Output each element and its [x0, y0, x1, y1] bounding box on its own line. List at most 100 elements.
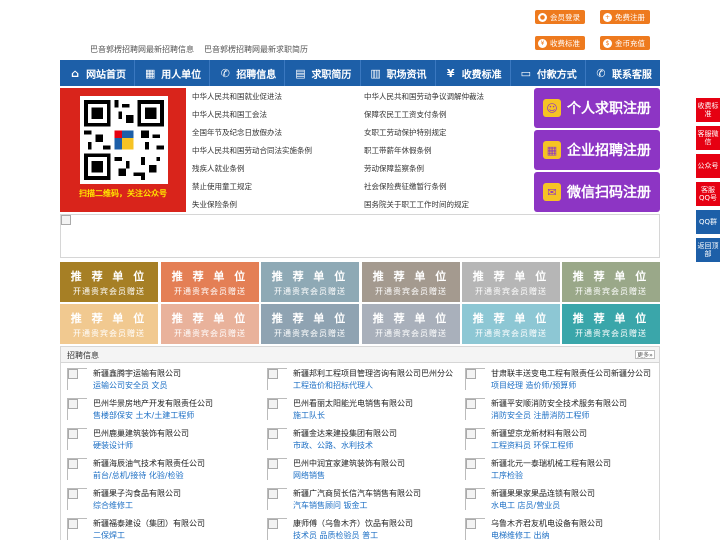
- latest-jobs-link[interactable]: 巴音郭楞招聘网最新招聘信息: [90, 44, 194, 55]
- job-positions[interactable]: 硬装设计师: [93, 440, 133, 451]
- job-positions[interactable]: 售楼部保安 土木/土建工程师: [93, 410, 194, 421]
- nav-news[interactable]: ▥ 职场资讯: [361, 60, 436, 86]
- company-name[interactable]: 新疆海辰油气技术有限责任公司: [93, 458, 205, 469]
- job-positions[interactable]: 电梯维修工 出纳: [491, 530, 550, 540]
- back-to-top-button[interactable]: 返回顶部: [696, 238, 720, 262]
- law-link[interactable]: 社会保险费征缴暂行条例: [364, 181, 447, 192]
- latest-resumes-link[interactable]: 巴音郭楞招聘网最新求职简历: [204, 44, 308, 55]
- job-list-item[interactable]: 新疆金达来建投集团有限公司 市政、公路、水利技术: [263, 426, 459, 452]
- law-link[interactable]: 中华人民共和国劳动合同法实施条例: [192, 145, 312, 156]
- side-official-account-button[interactable]: 公众号: [696, 154, 720, 178]
- recommended-employer-tile[interactable]: 推 荐 单 位开通贵宾会员赠送: [362, 262, 460, 302]
- job-positions[interactable]: 综合维修工: [93, 500, 133, 511]
- company-name[interactable]: 巴州华景房地产开发有限责任公司: [93, 398, 213, 409]
- job-list-item[interactable]: 巴州中润宜家建筑装饰有限公司 网络销售: [263, 456, 459, 482]
- job-positions[interactable]: 技术员 品质检验员 普工: [293, 530, 378, 540]
- law-link[interactable]: 中华人民共和国就业促进法: [192, 91, 282, 102]
- job-list-item[interactable]: 甘肃联丰送变电工程有限责任公司新疆分公司 项目经理 造价师/预算师: [461, 366, 657, 392]
- job-positions[interactable]: 运输公司安全员 文员: [93, 380, 168, 391]
- law-link[interactable]: 禁止使用童工规定: [192, 181, 252, 192]
- recommended-employer-tile[interactable]: 推 荐 单 位开通贵宾会员赠送: [462, 262, 560, 302]
- company-name[interactable]: 新疆北元一泰瑞机械工程有限公司: [491, 458, 611, 469]
- recommended-employer-tile[interactable]: 推 荐 单 位开通贵宾会员赠送: [562, 304, 660, 344]
- job-list-item[interactable]: 新疆望京龙新材料有限公司 工程资料员 环保工程师: [461, 426, 657, 452]
- job-list-item[interactable]: 新疆广汽商贸长信汽车销售有限公司 汽车销售顾问 钣金工: [263, 486, 459, 512]
- company-name[interactable]: 新疆鑫腾宇运输有限公司: [93, 368, 181, 379]
- nav-jobs[interactable]: ✆ 招聘信息: [210, 60, 286, 86]
- job-list-item[interactable]: 新疆北元一泰瑞机械工程有限公司 工序检验: [461, 456, 657, 482]
- recommended-employer-tile[interactable]: 推 荐 单 位开通贵宾会员赠送: [261, 304, 359, 344]
- law-link[interactable]: 中华人民共和国工会法: [192, 109, 267, 120]
- job-positions[interactable]: 消防安全员 注册消防工程师: [491, 410, 590, 421]
- side-qq-group-button[interactable]: QQ群: [696, 210, 720, 234]
- side-wechat-button[interactable]: 客服微信: [696, 126, 720, 150]
- wechat-register-button[interactable]: ✉ 微信扫码注册: [534, 172, 660, 212]
- law-link[interactable]: 国务院关于职工工作时间的规定: [364, 199, 469, 210]
- job-positions[interactable]: 工序检验: [491, 470, 523, 481]
- job-list-item[interactable]: 巴州鹿巢建筑装饰有限公司 硬装设计师: [63, 426, 259, 452]
- law-link[interactable]: 女职工劳动保护特别规定: [364, 127, 447, 138]
- job-list-item[interactable]: 新疆邦利工程项目管理咨询有限公司巴州分公 工程造价和招标代理人: [263, 366, 459, 392]
- law-link[interactable]: 全国年节及纪念日放假办法: [192, 127, 282, 138]
- law-link[interactable]: 职工带薪年休假条例: [364, 145, 432, 156]
- company-name[interactable]: 新疆望京龙新材料有限公司: [491, 428, 587, 439]
- job-list-item[interactable]: 新疆果果家果品连锁有限公司 水电工 店员/营业员: [461, 486, 657, 512]
- company-name[interactable]: 新疆金达来建投集团有限公司: [293, 428, 397, 439]
- nav-resumes[interactable]: ▤ 求职简历: [285, 60, 361, 86]
- company-name[interactable]: 巴州看丽太阳能光电销售有限公司: [293, 398, 413, 409]
- recommended-employer-tile[interactable]: 推 荐 单 位开通贵宾会员赠送: [60, 262, 158, 302]
- law-link[interactable]: 保障农民工工资支付条例: [364, 109, 447, 120]
- company-name[interactable]: 新疆果果家果品连锁有限公司: [491, 488, 595, 499]
- free-register-button[interactable]: + 免费注册: [600, 10, 650, 24]
- nav-payment[interactable]: ▭ 付款方式: [511, 60, 586, 86]
- law-link[interactable]: 劳动保障监察条例: [364, 163, 424, 174]
- job-list-item[interactable]: 新疆平安顺消防安全技术服务有限公司 消防安全员 注册消防工程师: [461, 396, 657, 422]
- job-positions[interactable]: 网络销售: [293, 470, 325, 481]
- job-list-item[interactable]: 乌鲁木齐君友机电设备有限公司 电梯维修工 出纳: [461, 516, 657, 540]
- recommended-employer-tile[interactable]: 推 荐 单 位开通贵宾会员赠送: [161, 262, 259, 302]
- side-pricing-button[interactable]: 收费标准: [696, 98, 720, 122]
- job-positions[interactable]: 工程资料员 环保工程师: [491, 440, 574, 451]
- more-jobs-button[interactable]: 更多»: [635, 350, 655, 359]
- personal-register-button[interactable]: ☺ 个人求职注册: [534, 88, 660, 128]
- company-name[interactable]: 新疆平安顺消防安全技术服务有限公司: [491, 398, 627, 409]
- member-login-button[interactable]: ● 会员登录: [535, 10, 585, 24]
- company-name[interactable]: 康师傅（乌鲁木齐）饮品有限公司: [293, 518, 413, 529]
- job-positions[interactable]: 工程造价和招标代理人: [293, 380, 373, 391]
- recommended-employer-tile[interactable]: 推 荐 单 位开通贵宾会员赠送: [362, 304, 460, 344]
- recommended-employer-tile[interactable]: 推 荐 单 位开通贵宾会员赠送: [60, 304, 158, 344]
- job-positions[interactable]: 水电工 店员/营业员: [491, 500, 560, 511]
- company-name[interactable]: 甘肃联丰送变电工程有限责任公司新疆分公司: [491, 368, 651, 379]
- recommended-employer-tile[interactable]: 推 荐 单 位开通贵宾会员赠送: [462, 304, 560, 344]
- job-list-item[interactable]: 巴州华景房地产开发有限责任公司 售楼部保安 土木/土建工程师: [63, 396, 259, 422]
- recommended-employer-tile[interactable]: 推 荐 单 位开通贵宾会员赠送: [562, 262, 660, 302]
- company-register-button[interactable]: ▦ 企业招聘注册: [534, 130, 660, 170]
- recommended-employer-tile[interactable]: 推 荐 单 位开通贵宾会员赠送: [261, 262, 359, 302]
- nav-employers[interactable]: ▦ 用人单位: [135, 60, 211, 86]
- law-link[interactable]: 失业保险条例: [192, 199, 237, 210]
- job-list-item[interactable]: 巴州看丽太阳能光电销售有限公司 施工队长: [263, 396, 459, 422]
- job-positions[interactable]: 项目经理 造价师/预算师: [491, 380, 576, 391]
- job-list-item[interactable]: 新疆鑫腾宇运输有限公司 运输公司安全员 文员: [63, 366, 259, 392]
- nav-support[interactable]: ✆ 联系客服: [586, 60, 660, 86]
- law-link[interactable]: 中华人民共和国劳动争议调解仲裁法: [364, 91, 484, 102]
- job-list-item[interactable]: 新疆福泰建设（集团）有限公司 二保焊工: [63, 516, 259, 540]
- job-list-item[interactable]: 新疆海辰油气技术有限责任公司 前台/总机/接待 化验/检验: [63, 456, 259, 482]
- coin-recharge-button[interactable]: $ 金币充值: [600, 36, 650, 50]
- company-name[interactable]: 新疆广汽商贸长信汽车销售有限公司: [293, 488, 421, 499]
- company-name[interactable]: 巴州中润宜家建筑装饰有限公司: [293, 458, 405, 469]
- nav-home[interactable]: ⌂ 网站首页: [60, 60, 136, 86]
- job-list-item[interactable]: 康师傅（乌鲁木齐）饮品有限公司 技术员 品质检验员 普工: [263, 516, 459, 540]
- recommended-employer-tile[interactable]: 推 荐 单 位开通贵宾会员赠送: [161, 304, 259, 344]
- company-name[interactable]: 新疆邦利工程项目管理咨询有限公司巴州分公: [293, 368, 453, 379]
- company-name[interactable]: 新疆福泰建设（集团）有限公司: [93, 518, 205, 529]
- job-list-item[interactable]: 新疆果子沟食品有限公司 综合维修工: [63, 486, 259, 512]
- law-link[interactable]: 残疾人就业条例: [192, 163, 245, 174]
- job-positions[interactable]: 前台/总机/接待 化验/检验: [93, 470, 184, 481]
- job-positions[interactable]: 施工队长: [293, 410, 325, 421]
- job-positions[interactable]: 汽车销售顾问 钣金工: [293, 500, 368, 511]
- company-name[interactable]: 乌鲁木齐君友机电设备有限公司: [491, 518, 603, 529]
- banner-ad[interactable]: [60, 214, 660, 258]
- side-qq-button[interactable]: 客服QQ号: [696, 182, 720, 206]
- job-positions[interactable]: 二保焊工: [93, 530, 125, 540]
